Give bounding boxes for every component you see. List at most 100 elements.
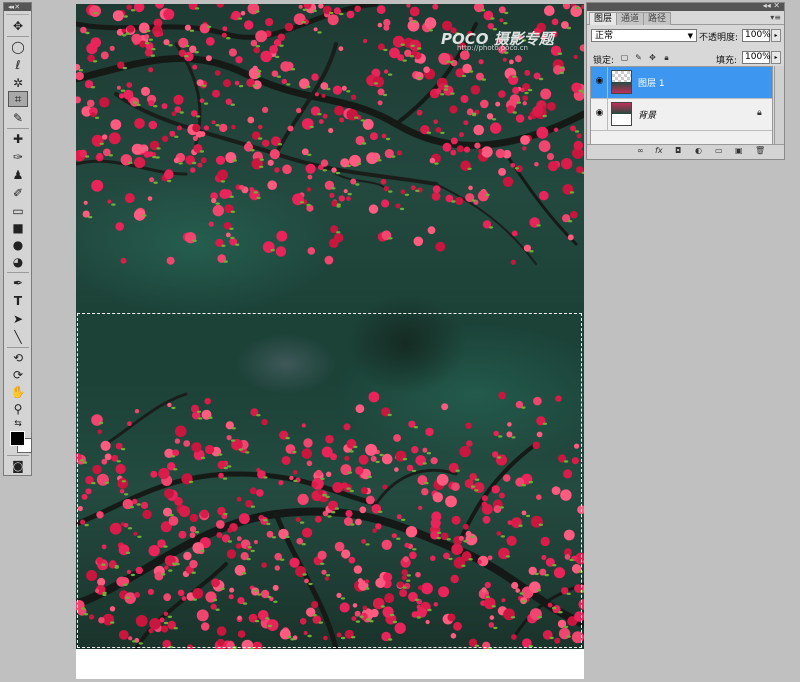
foreground-color-swatch[interactable] [10, 431, 25, 446]
blossom-flower [287, 125, 294, 132]
blur-tool-icon[interactable]: ● [8, 237, 28, 253]
blossom-flower [368, 204, 379, 214]
new-layer-icon[interactable]: ▣ [735, 146, 743, 155]
blossom-flower [338, 46, 344, 52]
panel-collapse-icon[interactable]: ◂◂ ✕ [763, 1, 780, 10]
blossom-leaf [566, 26, 572, 30]
blossom-leaf [156, 147, 161, 150]
lock-transparent-icon[interactable]: ▢ [620, 53, 629, 62]
blossom-flower [544, 5, 555, 16]
blossom-leaf [373, 82, 379, 85]
toolbox-divider [7, 347, 29, 348]
type-tool-icon[interactable]: T [8, 293, 28, 309]
crop-tool-icon[interactable]: ⌗ [8, 91, 28, 107]
tab-channels[interactable]: 通道 [616, 12, 645, 25]
eye-icon[interactable]: ◉ [594, 108, 605, 119]
blossom-flower [567, 234, 574, 241]
fill-input[interactable]: 100% [742, 51, 771, 64]
eraser-tool-icon[interactable]: ▭ [8, 203, 28, 219]
blossom-leaf [122, 34, 127, 37]
blossom-leaf [257, 70, 262, 73]
tab-layers[interactable]: 图层 [589, 12, 618, 25]
lock-pixels-icon[interactable]: ✎ [634, 53, 643, 62]
3d-rotate-tool-icon[interactable]: ⟲ [8, 350, 28, 366]
healing-brush-tool-icon[interactable]: ✚ [8, 131, 28, 147]
lasso-tool-icon[interactable]: ℓ [8, 57, 28, 73]
blossom-flower [455, 197, 464, 205]
line-tool-icon[interactable]: ╲ [8, 329, 28, 345]
blossom-leaf [235, 243, 240, 246]
blossom-flower [514, 55, 522, 63]
blossom-flower [331, 167, 337, 173]
layer-list-scrollbar[interactable] [774, 66, 784, 146]
gradient-tool-icon[interactable]: ■ [8, 220, 28, 236]
layer-name[interactable]: 背景 [638, 108, 656, 121]
layer-row-background[interactable]: ◉ 背景 🔒︎ [591, 99, 772, 131]
selection-marquee[interactable] [77, 313, 582, 648]
clone-stamp-tool-icon[interactable]: ♟ [8, 167, 28, 183]
blossom-flower [561, 158, 573, 170]
fill-slider-button[interactable]: ▸ [771, 51, 781, 64]
blossom-leaf [174, 135, 179, 138]
blossom-leaf [480, 9, 486, 12]
blossom-flower [102, 134, 108, 140]
fill-label: 填充: [716, 56, 738, 66]
blossom-flower [147, 151, 154, 157]
quick-mask-icon[interactable]: ◙ [8, 458, 28, 474]
3d-orbit-tool-icon[interactable]: ⟳ [8, 367, 28, 383]
trash-icon[interactable]: 🗑︎ [755, 146, 765, 155]
opacity-slider-button[interactable]: ▸ [771, 29, 781, 42]
group-icon[interactable]: ▭ [715, 146, 723, 155]
swap-colors-icon[interactable]: ⇆ [8, 416, 28, 432]
blossom-leaf [451, 200, 456, 203]
path-selection-tool-icon[interactable]: ➤ [8, 311, 28, 327]
blossom-flower [192, 123, 201, 133]
blossom-flower [377, 22, 383, 28]
blossom-flower [247, 116, 255, 124]
blossom-leaf [178, 162, 183, 165]
brush-tool-icon[interactable]: ✑ [8, 149, 28, 165]
blossom-leaf [232, 159, 237, 162]
blossom-flower [433, 119, 439, 125]
blend-mode-select[interactable]: 正常 ▼ [591, 29, 697, 42]
fx-icon[interactable]: fx [655, 146, 663, 155]
blossom-flower [490, 122, 502, 134]
opacity-input[interactable]: 100% [742, 29, 771, 42]
hand-tool-icon[interactable]: ✋ [8, 384, 28, 400]
mask-icon[interactable]: ◘ [675, 146, 681, 155]
blossom-flower [510, 162, 516, 168]
toolbox-header[interactable]: ◂◂ ✕ [4, 3, 31, 11]
tab-paths[interactable]: 路径 [643, 12, 672, 25]
blossom-leaf [150, 54, 155, 57]
blossom-leaf [440, 131, 445, 135]
magic-wand-tool-icon[interactable]: ✲ [8, 75, 28, 91]
lock-position-icon[interactable]: ✥ [648, 53, 657, 62]
move-tool-icon[interactable]: ✥ [8, 18, 28, 34]
blossom-flower [539, 190, 549, 201]
blossom-leaf [179, 111, 184, 114]
layer-row-layer1[interactable]: ◉ 图层 1 [591, 67, 772, 99]
dodge-tool-icon[interactable]: ◕ [8, 254, 28, 270]
panel-header[interactable]: ◂◂ ✕ [587, 1, 784, 11]
history-brush-tool-icon[interactable]: ✐ [8, 185, 28, 201]
zoom-tool-icon[interactable]: ⚲ [8, 401, 28, 417]
lock-all-icon[interactable]: 🔒︎ [662, 53, 671, 62]
blossom-flower [255, 30, 268, 43]
panel-menu-icon[interactable]: ▾≡ [770, 13, 781, 22]
eye-icon[interactable]: ◉ [594, 76, 605, 87]
link-icon[interactable]: ∞ [637, 146, 644, 155]
eyedropper-tool-icon[interactable]: ✎ [8, 110, 28, 126]
adjustment-icon[interactable]: ◐ [695, 146, 702, 155]
toolbox-grip[interactable] [6, 11, 29, 15]
toolbox-divider [7, 455, 29, 456]
blossom-leaf [415, 189, 420, 192]
blossom-flower [542, 105, 547, 110]
layer-name[interactable]: 图层 1 [638, 76, 665, 89]
pen-tool-icon[interactable]: ✒ [8, 275, 28, 291]
blossom-flower [215, 155, 226, 165]
document-canvas[interactable]: POCO 摄影专题 http://photo.poco.cn [76, 4, 584, 679]
thumbnail-content [612, 82, 631, 93]
blossom-leaf [306, 203, 311, 207]
blossom-flower [235, 56, 243, 64]
marquee-tool-icon[interactable]: ◯ [8, 39, 28, 55]
